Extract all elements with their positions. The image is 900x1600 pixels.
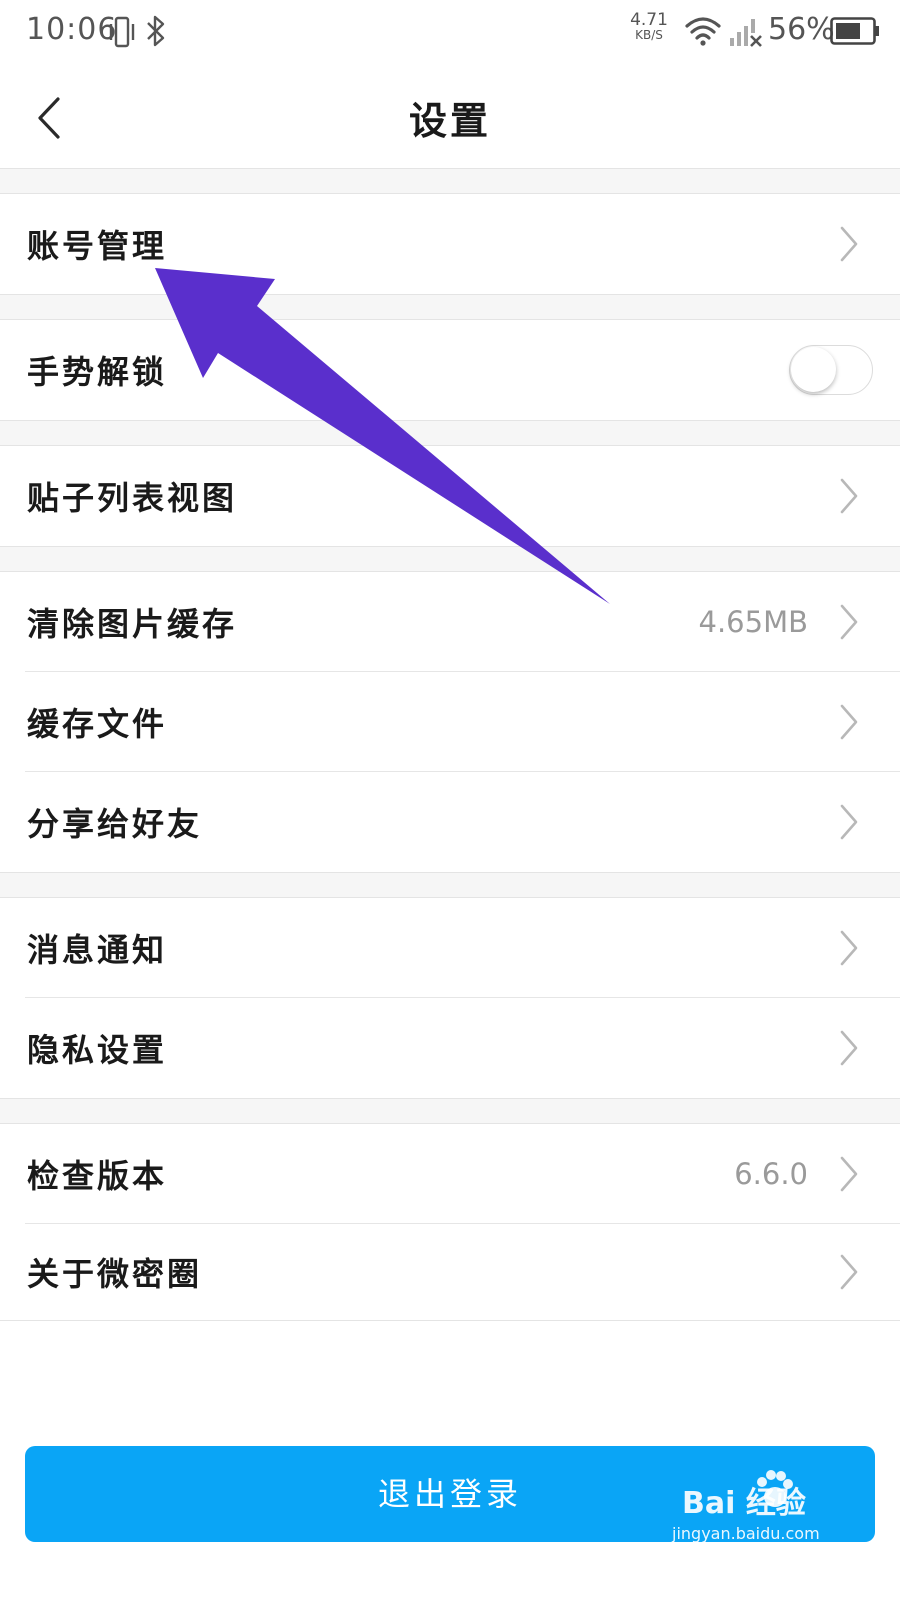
settings-item-privacy[interactable]: 隐私设置 xyxy=(0,998,900,1098)
settings-item-notifications[interactable]: 消息通知 xyxy=(0,898,900,998)
status-bar: 10:06 4.71 KB/S 56% xyxy=(0,0,900,66)
chevron-right-icon xyxy=(840,226,858,262)
section-separator xyxy=(0,294,900,320)
settings-item-label: 清除图片缓存 xyxy=(27,605,238,643)
settings-item-label: 贴子列表视图 xyxy=(27,479,238,517)
wifi-icon xyxy=(685,17,721,46)
vibrate-icon xyxy=(109,16,135,48)
section-separator xyxy=(0,872,900,898)
settings-item-share-to-friends[interactable]: 分享给好友 xyxy=(0,772,900,872)
section-separator xyxy=(0,1098,900,1124)
network-speed-value: 4.71 xyxy=(630,10,668,30)
network-speed: 4.71 KB/S xyxy=(626,10,672,43)
list-bottom-border xyxy=(0,1320,900,1321)
section-separator xyxy=(0,168,900,194)
battery-percent: 56% xyxy=(768,12,835,47)
settings-item-label: 消息通知 xyxy=(27,931,168,969)
settings-item-cache-files[interactable]: 缓存文件 xyxy=(0,672,900,772)
watermark-url: jingyan.baidu.com xyxy=(672,1524,820,1543)
baidu-jingyan-watermark: Bai 经验 jingyan.baidu.com xyxy=(672,1468,872,1548)
settings-item-check-version[interactable]: 检查版本 6.6.0 xyxy=(0,1124,900,1224)
chevron-right-icon xyxy=(840,478,858,514)
network-speed-unit: KB/S xyxy=(635,28,663,42)
settings-item-about[interactable]: 关于微密圈 xyxy=(0,1222,900,1322)
settings-item-label: 关于微密圈 xyxy=(27,1255,203,1293)
bluetooth-icon xyxy=(147,15,165,47)
chevron-right-icon xyxy=(840,1030,858,1066)
chevron-right-icon xyxy=(840,704,858,740)
version-value: 6.6.0 xyxy=(734,1157,808,1191)
settings-item-label: 分享给好友 xyxy=(27,805,203,843)
baidu-paw-icon xyxy=(757,1470,793,1507)
settings-item-post-list-view[interactable]: 贴子列表视图 xyxy=(0,446,900,546)
settings-item-label: 缓存文件 xyxy=(27,705,168,743)
battery-icon xyxy=(830,17,879,45)
chevron-right-icon xyxy=(840,804,858,840)
page-title: 设置 xyxy=(408,99,491,143)
chevron-right-icon xyxy=(840,1254,858,1290)
settings-item-label: 隐私设置 xyxy=(27,1031,168,1069)
chevron-right-icon xyxy=(840,930,858,966)
settings-item-label: 账号管理 xyxy=(27,227,168,265)
chevron-right-icon xyxy=(840,604,858,640)
settings-item-label: 检查版本 xyxy=(27,1157,168,1195)
cache-size-value: 4.65MB xyxy=(698,605,809,639)
status-time: 10:06 xyxy=(26,12,118,47)
header: 设置 xyxy=(0,66,900,170)
settings-item-label: 手势解锁 xyxy=(27,353,168,391)
settings-item-account-management[interactable]: 账号管理 xyxy=(0,194,900,294)
signal-icon xyxy=(730,19,762,47)
gesture-unlock-toggle[interactable] xyxy=(789,345,873,395)
settings-item-clear-image-cache[interactable]: 清除图片缓存 4.65MB xyxy=(0,572,900,672)
chevron-right-icon xyxy=(840,1156,858,1192)
toggle-knob xyxy=(791,347,836,392)
settings-item-gesture-unlock: 手势解锁 xyxy=(0,320,900,420)
section-separator xyxy=(0,420,900,446)
section-separator xyxy=(0,546,900,572)
